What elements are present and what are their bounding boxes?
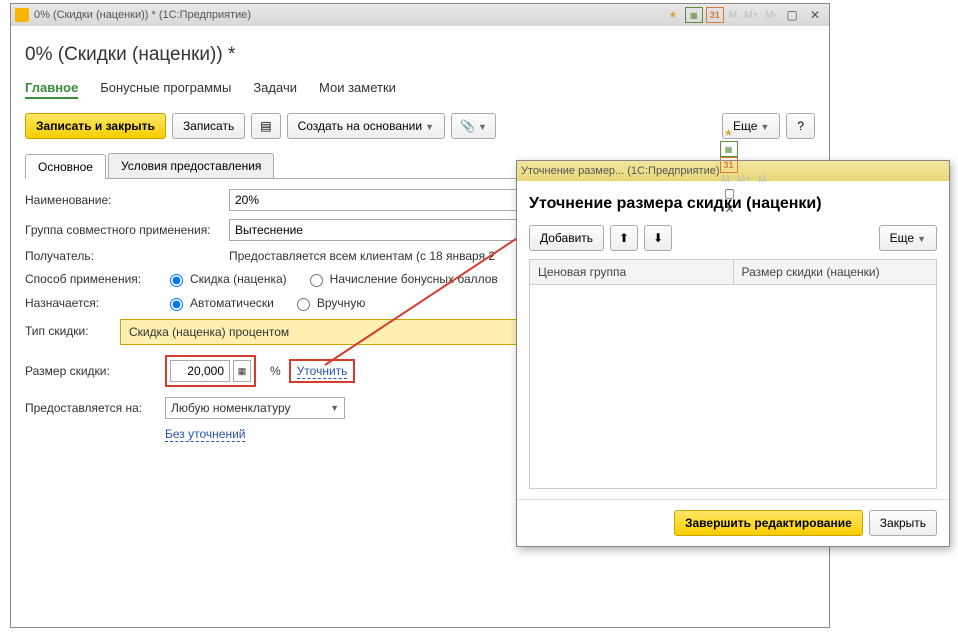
name-label: Наименование:: [25, 193, 229, 207]
m-plus-indicator: M+: [742, 10, 760, 21]
favorite-icon[interactable]: ★: [720, 125, 738, 141]
assign-auto-radio[interactable]: Автоматически: [165, 295, 274, 311]
add-button[interactable]: Добавить: [529, 225, 604, 251]
m-plus-indicator: M+: [735, 174, 753, 185]
m-indicator: M: [727, 10, 739, 21]
main-toolbar: Записать и закрыть Записать ▤ Создать на…: [25, 113, 815, 139]
column-price-group[interactable]: Ценовая группа: [530, 260, 734, 284]
close-button[interactable]: Закрыть: [869, 510, 937, 536]
size-label: Размер скидки:: [25, 364, 165, 378]
tab-tasks[interactable]: Задачи: [253, 80, 297, 99]
modal-more-button[interactable]: Еще▼: [879, 225, 937, 251]
clarify-highlight-box: Уточнить: [289, 359, 356, 383]
calculator-field-icon[interactable]: ▦: [233, 360, 251, 382]
report-icon-button[interactable]: ▤: [251, 113, 280, 139]
method-discount-radio[interactable]: Скидка (наценка): [165, 271, 287, 287]
window-title: 0% (Скидки (наценки)) * (1С:Предприятие): [34, 9, 664, 21]
tab-bonus[interactable]: Бонусные программы: [100, 80, 231, 99]
move-down-button[interactable]: ⬇: [644, 225, 672, 251]
m-indicator: M: [720, 174, 732, 185]
subtab-conditions[interactable]: Условия предоставления: [108, 153, 274, 178]
calendar-icon[interactable]: 31: [720, 157, 738, 173]
nav-tabs: Главное Бонусные программы Задачи Мои за…: [25, 80, 815, 99]
modal-footer: Завершить редактирование Закрыть: [517, 499, 949, 546]
assign-manual-radio[interactable]: Вручную: [292, 295, 365, 311]
recipient-label: Получатель:: [25, 249, 229, 263]
type-value: Скидка (наценка) процентом: [129, 325, 289, 339]
modal-table[interactable]: Ценовая группа Размер скидки (наценки): [529, 259, 937, 489]
maximize-icon[interactable]: ▢: [782, 7, 802, 23]
attach-icon-button[interactable]: 📎▼: [451, 113, 496, 139]
method-label: Способ применения:: [25, 272, 165, 286]
type-label: Тип скидки:: [25, 319, 120, 345]
recipient-value: Предоставляется всем клиентам (с 18 янва…: [229, 249, 495, 263]
modal-heading: Уточнение размера скидки (наценки): [529, 195, 937, 213]
page-title: 0% (Скидки (наценки)) *: [25, 44, 815, 66]
main-title-bar: 0% (Скидки (наценки)) * (1С:Предприятие)…: [11, 4, 829, 26]
calculator-icon[interactable]: ▦: [685, 7, 703, 23]
modal-title-bar: Уточнение размер... (1С:Предприятие) ★ ▦…: [517, 161, 949, 181]
finish-edit-button[interactable]: Завершить редактирование: [674, 510, 863, 536]
provided-label: Предоставляется на:: [25, 401, 165, 415]
close-icon[interactable]: ✕: [805, 7, 825, 23]
modal-content: Уточнение размера скидки (наценки) Добав…: [517, 181, 949, 499]
modal-window-title: Уточнение размер... (1С:Предприятие): [521, 165, 720, 177]
tab-notes[interactable]: Мои заметки: [319, 80, 396, 99]
group-input[interactable]: [229, 219, 519, 241]
favorite-icon[interactable]: ★: [664, 7, 682, 23]
assign-label: Назначается:: [25, 296, 165, 310]
calculator-icon[interactable]: ▦: [720, 141, 738, 157]
calendar-icon[interactable]: 31: [706, 7, 724, 23]
no-clarifications-link[interactable]: Без уточнений: [165, 427, 245, 442]
subtab-main[interactable]: Основное: [25, 154, 106, 179]
method-bonus-radio[interactable]: Начисление бонусных баллов: [305, 271, 498, 287]
percent-sign: %: [270, 364, 281, 378]
move-up-button[interactable]: ⬆: [610, 225, 638, 251]
create-based-button[interactable]: Создать на основании▼: [287, 113, 445, 139]
group-label: Группа совместного применения:: [25, 223, 229, 237]
size-highlight-box: ▦: [165, 355, 256, 387]
table-header-row: Ценовая группа Размер скидки (наценки): [530, 260, 936, 285]
modal-toolbar: Добавить ⬆ ⬇ Еще▼: [529, 225, 937, 251]
m-minus-indicator: M-: [756, 174, 772, 185]
modal-window: Уточнение размер... (1С:Предприятие) ★ ▦…: [516, 160, 950, 547]
chevron-down-icon: ▼: [330, 403, 339, 413]
provided-select[interactable]: Любую номенклатуру ▼: [165, 397, 345, 419]
tab-main[interactable]: Главное: [25, 80, 78, 99]
save-button[interactable]: Записать: [172, 113, 245, 139]
app-icon: [15, 8, 29, 22]
clarify-link[interactable]: Уточнить: [297, 364, 348, 379]
save-close-button[interactable]: Записать и закрыть: [25, 113, 166, 139]
help-button[interactable]: ?: [786, 113, 815, 139]
size-input[interactable]: [170, 360, 230, 382]
column-discount-size[interactable]: Размер скидки (наценки): [734, 260, 937, 284]
m-minus-indicator: M-: [763, 10, 779, 21]
